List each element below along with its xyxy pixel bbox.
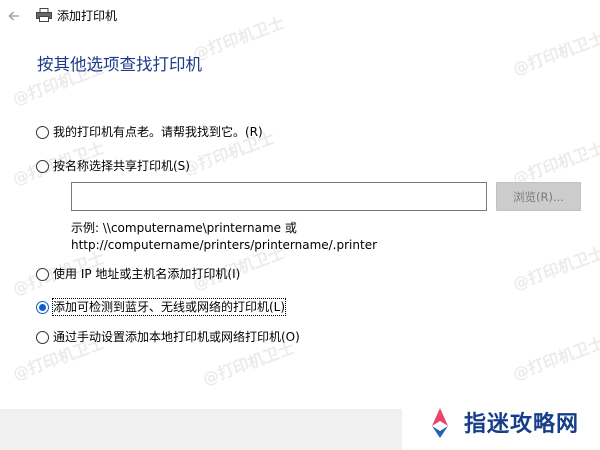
radio-button[interactable] <box>36 330 49 344</box>
radio-option-detectable[interactable]: 添加可检测到蓝牙、无线或网络的打印机(L) <box>36 298 287 316</box>
example-line-1: 示例: \\computername\printername 或 <box>71 221 297 235</box>
radio-option-shared-by-name[interactable]: 按名称选择共享打印机(S) <box>36 157 190 175</box>
radio-option-manual-local[interactable]: 通过手动设置添加本地打印机或网络打印机(O) <box>36 328 300 346</box>
watermark: @打印机卫士 <box>510 243 600 294</box>
radio-button[interactable] <box>36 159 49 173</box>
window-title: 添加打印机 <box>57 9 118 23</box>
radio-option-old-printer[interactable]: 我的打印机有点老。请帮我找到它。(R) <box>36 123 263 141</box>
page-heading: 按其他选项查找打印机 <box>37 55 202 74</box>
printer-icon <box>36 8 52 22</box>
radio-label: 按名称选择共享打印机(S) <box>53 159 190 173</box>
brand-name: 指迷攻略网 <box>464 411 580 437</box>
radio-label: 通过手动设置添加本地打印机或网络打印机(O) <box>53 330 300 344</box>
watermark: @打印机卫士 <box>510 28 600 79</box>
radio-label: 我的打印机有点老。请帮我找到它。(R) <box>53 125 263 139</box>
browse-button[interactable]: 浏览(R)... <box>496 182 581 211</box>
shared-printer-name-input[interactable] <box>71 182 487 211</box>
title-bar: 添加打印机 <box>0 0 600 32</box>
example-text: 示例: \\computername\printername 或 http://… <box>71 220 377 254</box>
radio-label: 使用 IP 地址或主机名添加打印机(I) <box>53 267 241 281</box>
example-line-2: http://computername/printers/printername… <box>71 238 378 252</box>
back-arrow-icon[interactable] <box>4 6 24 26</box>
radio-button-selected[interactable] <box>36 300 49 314</box>
compass-logo-icon <box>432 408 448 438</box>
radio-label: 添加可检测到蓝牙、无线或网络的打印机(L) <box>51 298 287 316</box>
watermark: @打印机卫士 <box>510 333 600 384</box>
radio-button[interactable] <box>36 267 49 281</box>
radio-button[interactable] <box>36 125 49 139</box>
radio-option-by-ip[interactable]: 使用 IP 地址或主机名添加打印机(I) <box>36 265 240 283</box>
